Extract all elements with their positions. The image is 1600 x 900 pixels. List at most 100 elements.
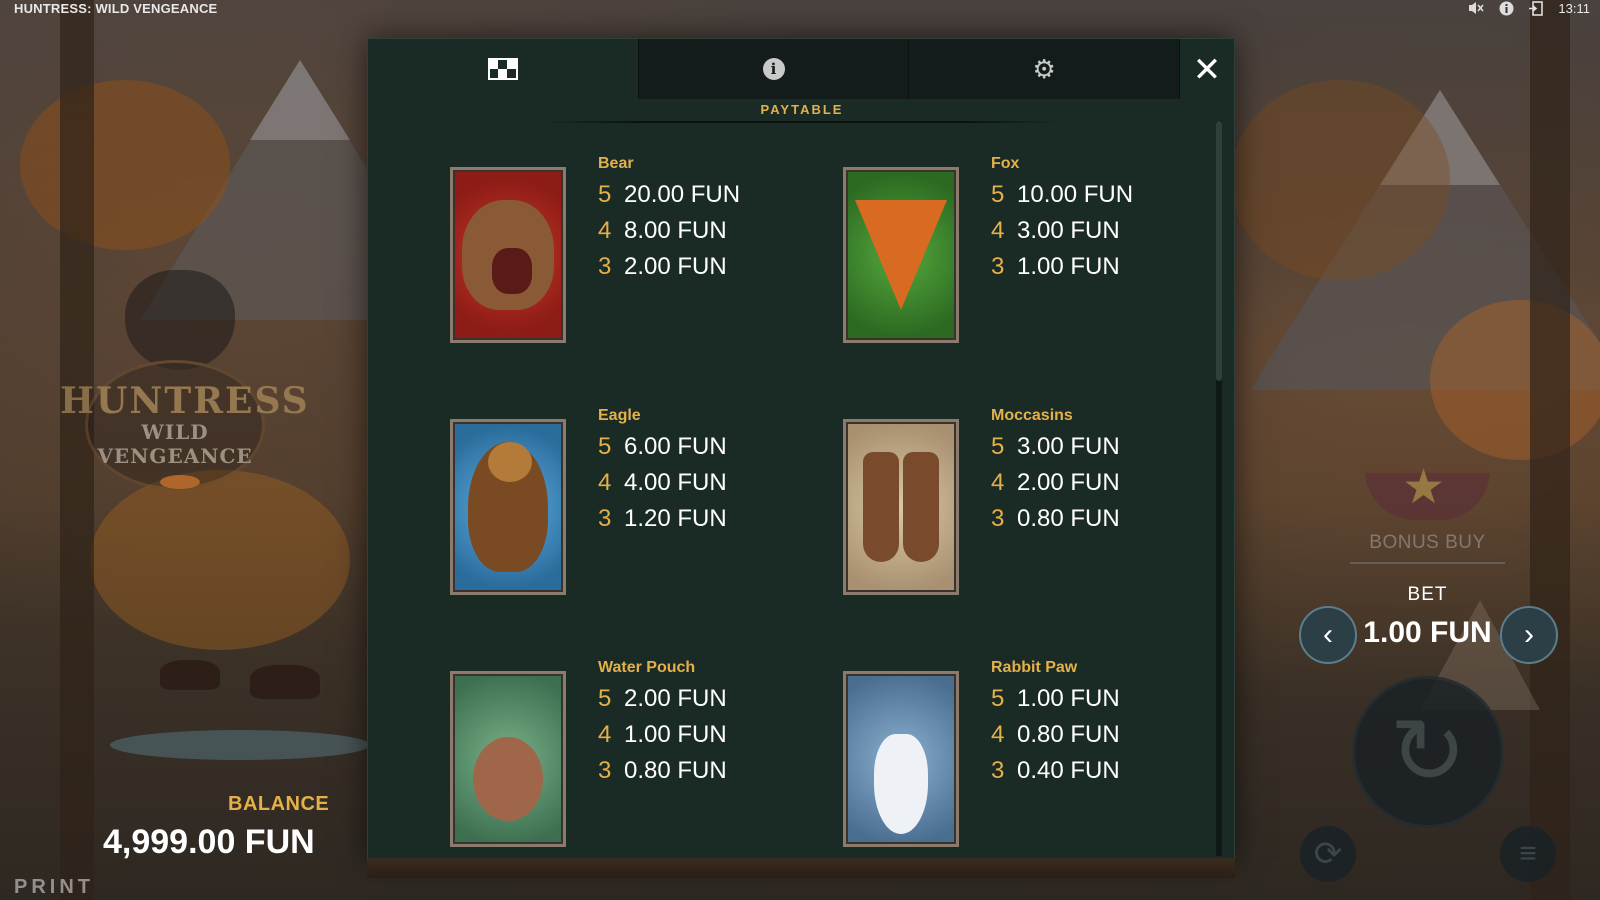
autoplay-icon: ⟳ xyxy=(1313,835,1343,873)
pay-count: 3 xyxy=(598,757,612,784)
pay-count: 5 xyxy=(991,433,1005,460)
symbol-name: Bear xyxy=(598,155,634,172)
bonus-buy-label: BONUS BUY xyxy=(1369,532,1486,553)
info-icon[interactable] xyxy=(1498,0,1514,16)
pay-row: 4 0.80 FUN xyxy=(991,717,1120,753)
pay-count: 4 xyxy=(598,217,612,244)
logo-title: HUNTRESS xyxy=(60,380,310,422)
horse-silhouette xyxy=(250,665,320,699)
paytable-modal: i ⚙ ✕ PAYTABLE Bear 5 20.00 FUN 4 8.00 FUN… xyxy=(367,38,1235,860)
pay-count: 4 xyxy=(991,469,1005,496)
autoplay-button[interactable]: ⟳ xyxy=(1300,826,1356,882)
pay-count: 5 xyxy=(598,181,612,208)
info-icon: i xyxy=(762,58,785,80)
pay-row: 4 4.00 FUN xyxy=(598,465,727,501)
divider xyxy=(1350,562,1505,564)
symbol-name: Rabbit Paw xyxy=(991,659,1078,676)
pay-row: 3 1.20 FUN xyxy=(598,501,727,537)
balance-value: 4,999.00 FUN xyxy=(103,823,315,861)
pay-count: 5 xyxy=(598,433,612,460)
paytable-grid-icon xyxy=(487,58,518,80)
pay-count: 4 xyxy=(991,721,1005,748)
modal-bottom-frame xyxy=(367,858,1235,878)
tree-trunk-right xyxy=(1530,0,1570,900)
pay-row: 5 10.00 FUN xyxy=(991,177,1133,213)
game-logo: HUNTRESS WILD VENGEANCE xyxy=(60,270,310,510)
autumn-foliage-upper-right xyxy=(1230,80,1450,280)
pay-amount: 1.00 FUN xyxy=(624,721,727,748)
pay-count: 4 xyxy=(598,469,612,496)
logo-text: HUNTRESS WILD VENGEANCE xyxy=(60,380,310,468)
pay-row: 4 1.00 FUN xyxy=(598,717,727,753)
mountain-left-snowcap xyxy=(250,60,350,140)
pay-amount: 8.00 FUN xyxy=(624,217,727,244)
bonus-buy-button[interactable]: ★ BONUS BUY xyxy=(1350,464,1505,570)
pay-amount: 1.00 FUN xyxy=(1017,253,1120,280)
tab-settings[interactable]: ⚙ xyxy=(909,39,1181,99)
symbol-moccasins: Moccasins 5 3.00 FUN 4 2.00 FUN 3 0.80 FUN xyxy=(843,407,1223,597)
pay-row: 3 1.00 FUN xyxy=(991,249,1133,285)
chevron-right-icon: › xyxy=(1524,618,1534,651)
clock: 13:11 xyxy=(1558,0,1590,16)
pay-amount: 20.00 FUN xyxy=(624,181,741,208)
top-icons: 13:11 xyxy=(1468,0,1590,16)
chevron-left-icon: ‹ xyxy=(1323,618,1333,651)
mute-icon[interactable] xyxy=(1468,0,1485,16)
bear-icon xyxy=(450,167,566,343)
pay-amount: 0.80 FUN xyxy=(1017,721,1120,748)
pay-rows: 5 20.00 FUN 4 8.00 FUN 3 2.00 FUN xyxy=(598,177,740,285)
pay-row: 3 0.40 FUN xyxy=(991,753,1120,789)
pay-count: 3 xyxy=(598,253,612,280)
pay-rows: 5 3.00 FUN 4 2.00 FUN 3 0.80 FUN xyxy=(991,429,1120,537)
pay-count: 3 xyxy=(991,757,1005,784)
pay-row: 5 1.00 FUN xyxy=(991,681,1120,717)
pay-count: 4 xyxy=(991,217,1005,244)
section-title: PAYTABLE xyxy=(760,102,844,117)
pay-amount: 6.00 FUN xyxy=(624,433,727,460)
pay-amount: 2.00 FUN xyxy=(624,685,727,712)
bet-increase-button[interactable]: › xyxy=(1500,606,1558,664)
pay-row: 5 3.00 FUN xyxy=(991,429,1120,465)
close-button[interactable]: ✕ xyxy=(1186,49,1228,91)
water-pouch-icon xyxy=(450,671,566,847)
pay-amount: 1.20 FUN xyxy=(624,505,727,532)
pay-count: 3 xyxy=(991,253,1005,280)
pay-count: 5 xyxy=(598,685,612,712)
river xyxy=(110,730,370,760)
pay-amount: 4.00 FUN xyxy=(624,469,727,496)
symbol-name: Moccasins xyxy=(991,407,1073,424)
autumn-foliage-left xyxy=(20,80,230,250)
close-icon: ✕ xyxy=(1192,50,1222,90)
symbol-fox: Fox 5 10.00 FUN 4 3.00 FUN 3 1.00 FUN xyxy=(843,155,1223,345)
pay-amount: 0.80 FUN xyxy=(624,757,727,784)
pay-amount: 0.40 FUN xyxy=(1017,757,1120,784)
pay-amount: 0.80 FUN xyxy=(1017,505,1120,532)
pay-amount: 3.00 FUN xyxy=(1017,217,1120,244)
spin-button[interactable]: ↻ xyxy=(1352,676,1504,828)
exit-icon[interactable] xyxy=(1528,0,1544,16)
pay-rows: 5 1.00 FUN 4 0.80 FUN 3 0.40 FUN xyxy=(991,681,1120,789)
pay-count: 4 xyxy=(598,721,612,748)
pay-count: 5 xyxy=(991,685,1005,712)
pay-row: 5 20.00 FUN xyxy=(598,177,740,213)
bear-emblem-icon xyxy=(125,270,235,370)
tab-paytable[interactable] xyxy=(368,39,639,99)
bet-decrease-button[interactable]: ‹ xyxy=(1299,606,1357,664)
symbol-name: Eagle xyxy=(598,407,641,424)
pay-row: 4 3.00 FUN xyxy=(991,213,1133,249)
pay-row: 3 2.00 FUN xyxy=(598,249,740,285)
pay-count: 3 xyxy=(598,505,612,532)
menu-button[interactable]: ≡ xyxy=(1500,826,1556,882)
pay-row: 5 2.00 FUN xyxy=(598,681,727,717)
symbol-water-pouch: Water Pouch 5 2.00 FUN 4 1.00 FUN 3 0.80 FU… xyxy=(450,659,830,849)
bet-label: BET xyxy=(1407,584,1448,605)
moccasins-icon xyxy=(843,419,959,595)
pay-count: 3 xyxy=(991,505,1005,532)
horse-silhouette xyxy=(160,660,220,690)
autumn-foliage-right xyxy=(1430,300,1600,460)
tab-info[interactable]: i xyxy=(638,39,910,99)
spin-icon: ↻ xyxy=(1389,701,1467,803)
pay-row: 4 8.00 FUN xyxy=(598,213,740,249)
pay-row: 3 0.80 FUN xyxy=(991,501,1120,537)
modal-tabs: i ⚙ xyxy=(368,39,1181,99)
